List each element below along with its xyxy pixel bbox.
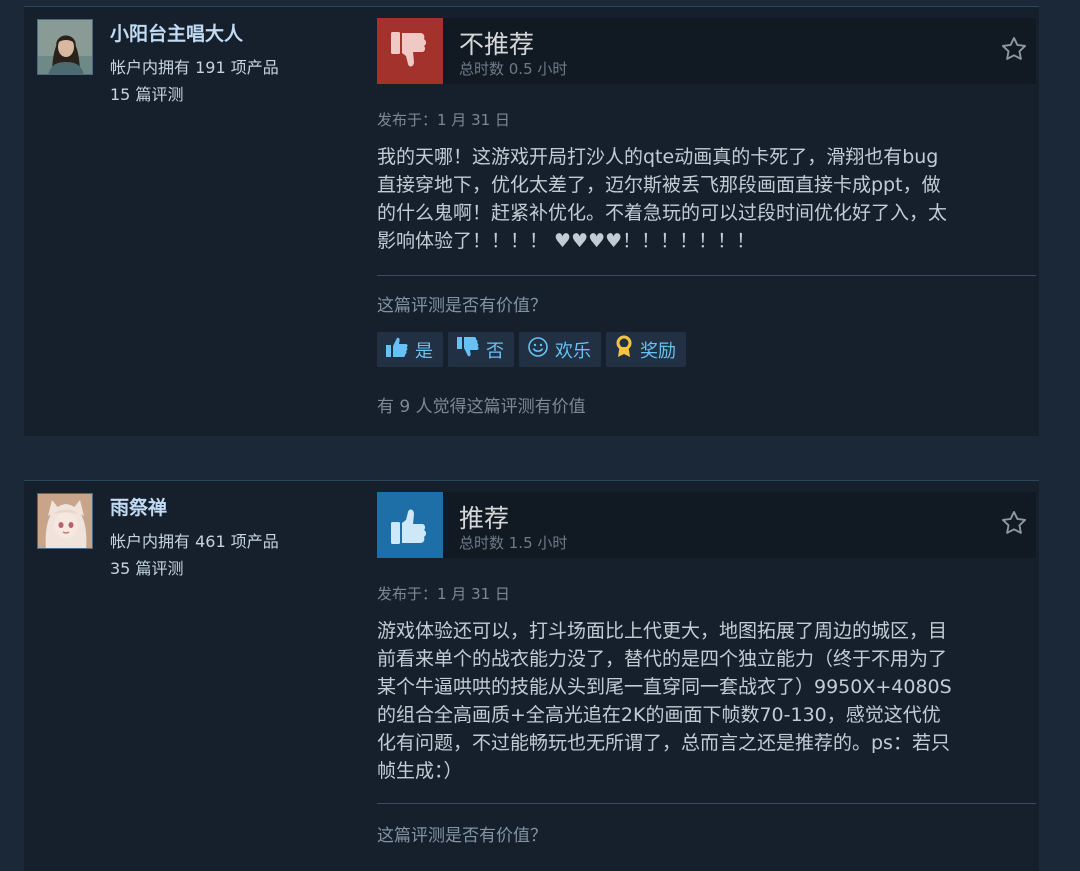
helpful-question: 这篇评测是否有价值？ — [377, 296, 547, 316]
verdict-bar[interactable]: 推荐 总时数 1.5 小时 — [377, 492, 1036, 558]
vote-yes-label: 是 — [415, 340, 433, 362]
review-line: 影响体验了！！！！ ♥♥♥♥！！！！！！！ — [377, 230, 756, 252]
award-label: 奖励 — [640, 340, 676, 362]
helpful-count: 有 9 人觉得这篇评测有价值 — [377, 397, 586, 417]
helpful-question: 这篇评测是否有价值？ — [377, 826, 547, 846]
avatar[interactable] — [37, 493, 93, 549]
review-line: 帧生成：） — [377, 760, 463, 782]
review-line: 化有问题，不过能畅玩也无所谓了，总而言之还是推荐的。ps：若只 — [377, 732, 950, 754]
review-line: 的什么鬼啊！赶紧补优化。不着急玩的可以过段时间优化好了入，太 — [377, 202, 948, 224]
posted-date: 发布于：1 月 31 日 — [377, 111, 510, 129]
user-name[interactable]: 小阳台主唱大人 — [110, 19, 243, 46]
star-icon[interactable] — [1000, 509, 1028, 541]
review-line: 的组合全高画质+全高光追在2K的画面下帧数70-130，感觉这代优 — [377, 704, 941, 726]
review-text: 游戏体验还可以，打斗场面比上代更大，地图拓展了周边的城区，目 前看来单个的战衣能… — [377, 617, 1017, 785]
divider — [377, 275, 1036, 276]
vote-no-button[interactable]: 否 — [448, 332, 514, 367]
review-line: 某个牛逼哄哄的技能从头到尾一直穿同一套战衣了）9950X+4080S — [377, 676, 952, 698]
vote-no-label: 否 — [486, 340, 504, 362]
playtime: 总时数 1.5 小时 — [459, 534, 568, 552]
divider — [377, 803, 1036, 804]
vote-funny-label: 欢乐 — [555, 340, 591, 362]
vote-yes-button[interactable]: 是 — [377, 332, 443, 367]
avatar[interactable] — [37, 19, 93, 75]
award-icon — [614, 335, 634, 364]
vote-funny-button[interactable]: 欢乐 — [519, 332, 601, 367]
user-review-count[interactable]: 15 篇评测 — [110, 81, 183, 105]
rating-buttons: 是 否 欢乐 奖励 — [377, 332, 686, 367]
award-button[interactable]: 奖励 — [606, 332, 686, 367]
review-line: 我的天哪！这游戏开局打沙人的qte动画真的卡死了，滑翔也有bug — [377, 146, 939, 168]
verdict-bar[interactable]: 不推荐 总时数 0.5 小时 — [377, 18, 1036, 84]
review-line: 前看来单个的战衣能力没了，替代的是四个独立能力（终于不用为了 — [377, 648, 948, 670]
review-line: 直接穿地下，优化太差了，迈尔斯被丢飞那段画面直接卡成ppt，做 — [377, 174, 941, 196]
playtime: 总时数 0.5 小时 — [459, 60, 568, 78]
thumbs-up-icon — [385, 336, 409, 363]
user-review-count[interactable]: 35 篇评测 — [110, 555, 183, 579]
user-name[interactable]: 雨祭禅 — [110, 493, 167, 520]
verdict-title: 不推荐 — [459, 30, 535, 59]
thumbs-down-icon — [377, 18, 443, 84]
thumbs-down-icon — [456, 336, 480, 363]
smiley-icon — [527, 336, 549, 363]
posted-date: 发布于：1 月 31 日 — [377, 585, 510, 603]
review-card: 小阳台主唱大人 帐户内拥有 191 项产品 15 篇评测 不推荐 总时数 0.5… — [24, 6, 1039, 436]
star-icon[interactable] — [1000, 35, 1028, 67]
review-card: 雨祭禅 帐户内拥有 461 项产品 35 篇评测 推荐 总时数 1.5 小时 发… — [24, 480, 1039, 871]
verdict-title: 推荐 — [459, 504, 510, 533]
user-products[interactable]: 帐户内拥有 191 项产品 — [110, 54, 279, 78]
review-line: 游戏体验还可以，打斗场面比上代更大，地图拓展了周边的城区，目 — [377, 620, 948, 642]
thumbs-up-icon — [377, 492, 443, 558]
user-products[interactable]: 帐户内拥有 461 项产品 — [110, 528, 279, 552]
review-text: 我的天哪！这游戏开局打沙人的qte动画真的卡死了，滑翔也有bug 直接穿地下，优… — [377, 143, 1017, 255]
